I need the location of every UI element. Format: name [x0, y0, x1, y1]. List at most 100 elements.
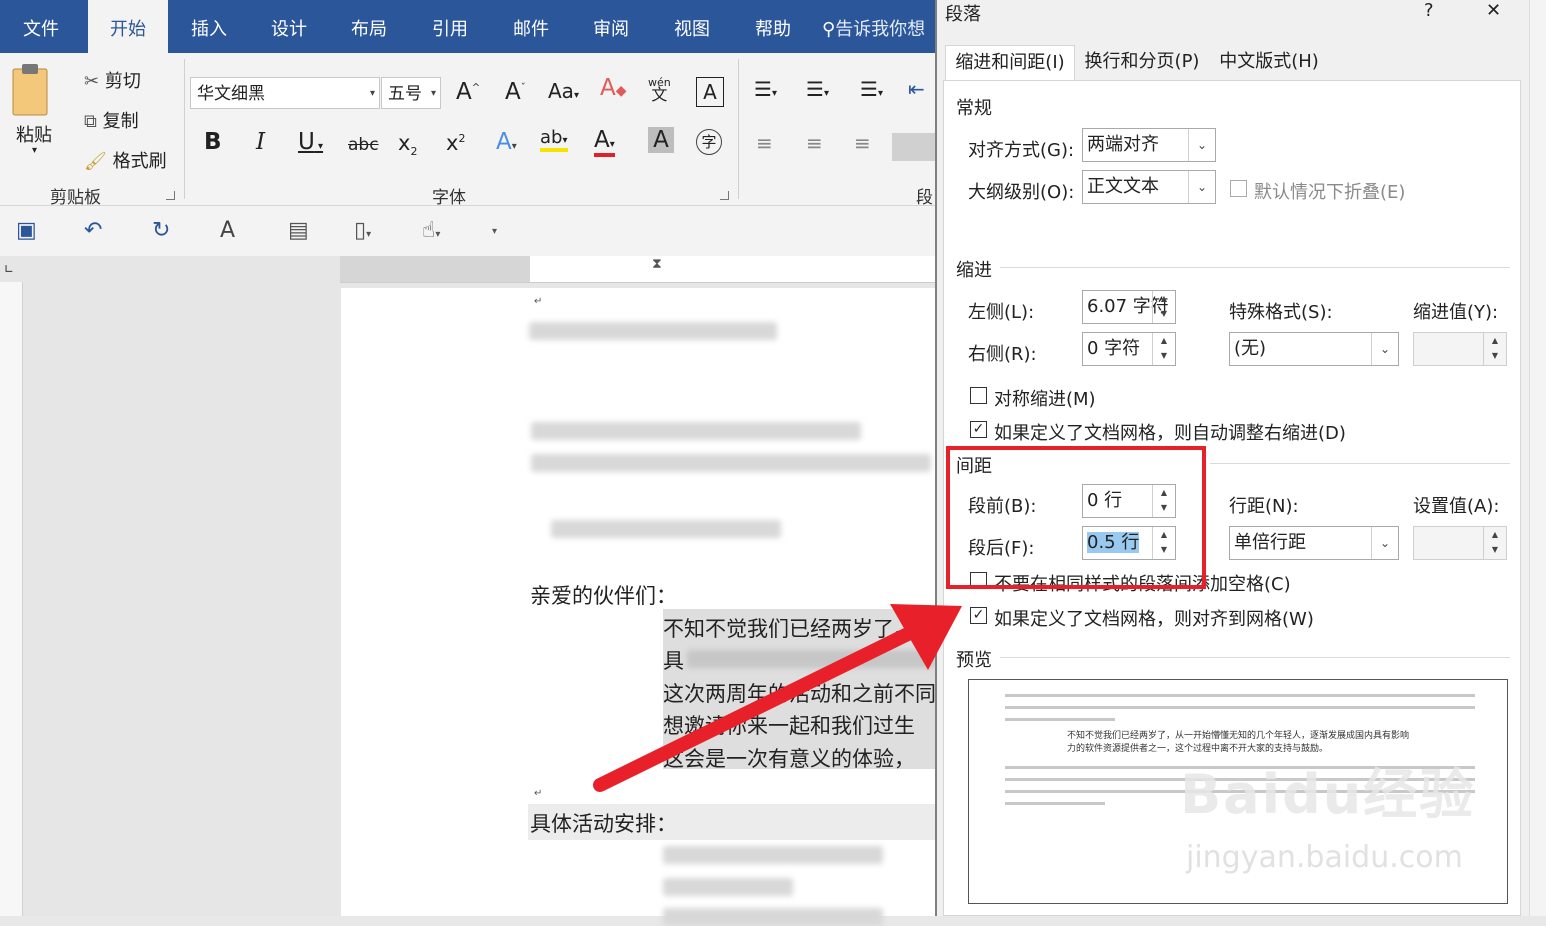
- bullets-icon[interactable]: ☰▾: [754, 77, 777, 101]
- tab-mailings[interactable]: 邮件: [508, 0, 554, 53]
- tab-insert[interactable]: 插入: [186, 0, 232, 53]
- outline-level-label: 大纲级别(O):: [968, 182, 1075, 203]
- paste-dropdown-icon[interactable]: ▾: [32, 145, 37, 156]
- subscript-icon[interactable]: x2: [398, 131, 417, 158]
- copy-icon: ⧉: [84, 111, 97, 132]
- superscript-icon[interactable]: x2: [446, 131, 465, 155]
- clipboard-launcher-icon[interactable]: [166, 191, 175, 200]
- clipboard-paste-icon: [12, 64, 48, 116]
- left-indent-spinner[interactable]: 6.07 字符 ▲ ▼: [1082, 290, 1176, 324]
- change-case-button[interactable]: Aa▾: [548, 79, 579, 103]
- tab-design[interactable]: 设计: [266, 0, 312, 53]
- section-divider: [1210, 463, 1510, 464]
- tab-file[interactable]: 文件: [18, 0, 64, 53]
- chevron-down-icon[interactable]: ⌄: [1188, 129, 1215, 161]
- tab-asian-typography[interactable]: 中文版式(H): [1212, 45, 1326, 80]
- clear-format-icon[interactable]: A◆: [600, 75, 627, 101]
- tab-references[interactable]: 引用: [427, 0, 473, 53]
- customize-qat-icon[interactable]: ▾: [492, 226, 497, 237]
- tab-line-page-breaks[interactable]: 换行和分页(P): [1078, 45, 1206, 80]
- pinyin-char: 文: [651, 85, 668, 104]
- outline-level-select[interactable]: 正文文本 ⌄: [1082, 170, 1216, 204]
- chevron-down-icon[interactable]: ⌄: [1371, 527, 1398, 559]
- preview-sample-text: 不知不觉我们已经两岁了，从一开始懵懂无知的几个年轻人，逐渐发展成国内具有影响: [1067, 731, 1410, 741]
- paste-button[interactable]: [10, 61, 52, 124]
- font-color-icon[interactable]: A▾: [594, 127, 615, 157]
- indent-by-spinner[interactable]: ▲ ▼: [1413, 332, 1507, 366]
- close-icon[interactable]: ✕: [1486, 0, 1501, 21]
- layout-icon[interactable]: ▯▾: [354, 218, 371, 243]
- decrease-indent-icon[interactable]: ⇤: [908, 77, 925, 101]
- justify-button[interactable]: [892, 133, 935, 161]
- alignment-select[interactable]: 两端对齐 ⌄: [1082, 128, 1216, 162]
- document-icon[interactable]: ▤: [288, 218, 309, 243]
- line-spacing-at-spinner[interactable]: ▲ ▼: [1413, 526, 1507, 560]
- align-left-icon[interactable]: ≡: [756, 131, 773, 155]
- highlight-color-icon[interactable]: ab▾: [540, 127, 568, 152]
- grow-font-icon[interactable]: A^: [456, 79, 480, 105]
- chevron-down-icon[interactable]: ⌄: [1188, 171, 1215, 203]
- tab-layout[interactable]: 布局: [346, 0, 392, 53]
- tell-me-box[interactable]: ⚲告诉我你想: [822, 0, 934, 53]
- snap-to-grid-checkbox[interactable]: ✓: [970, 607, 987, 624]
- tab-indents-spacing[interactable]: 缩进和间距(I): [945, 45, 1075, 81]
- character-shading-icon[interactable]: A: [648, 127, 674, 153]
- scissors-icon: ✂: [84, 71, 100, 92]
- italic-button[interactable]: I: [256, 129, 265, 155]
- tab-stop-selector-icon[interactable]: ∟: [4, 262, 14, 276]
- undo-icon[interactable]: ↶: [84, 218, 102, 243]
- strikethrough-button[interactable]: abc: [348, 135, 379, 155]
- special-indent-label: 特殊格式(S):: [1229, 302, 1333, 323]
- phonetic-guide-button[interactable]: wén 文: [648, 77, 671, 104]
- redo-icon[interactable]: ↻: [152, 218, 170, 243]
- blurred-text: [529, 322, 777, 340]
- tab-home[interactable]: 开始: [88, 0, 168, 53]
- line-spacing-value: 单倍行距: [1234, 532, 1306, 553]
- special-indent-value: (无): [1234, 338, 1267, 359]
- line-spacing-select[interactable]: 单倍行距 ⌄: [1229, 526, 1399, 560]
- chevron-down-icon[interactable]: ▾: [431, 78, 436, 110]
- align-center-icon[interactable]: ≡: [806, 131, 823, 155]
- numbering-icon[interactable]: ☰▾: [806, 77, 829, 101]
- spinner-arrows-icon[interactable]: ▲ ▼: [1152, 291, 1175, 323]
- auto-adjust-checkbox[interactable]: ✓: [970, 421, 987, 438]
- font-name-combo[interactable]: 华文细黑 ▾: [190, 77, 380, 109]
- tab-review[interactable]: 审阅: [588, 0, 634, 53]
- spinner-arrows-icon[interactable]: ▲ ▼: [1152, 333, 1175, 365]
- cut-button[interactable]: ✂ 剪切: [84, 67, 141, 93]
- chevron-down-icon[interactable]: ▾: [370, 78, 375, 110]
- font-launcher-icon[interactable]: [720, 191, 729, 200]
- chevron-down-icon[interactable]: ⌄: [1371, 333, 1398, 365]
- character-border-button[interactable]: A: [696, 77, 724, 107]
- align-right-icon[interactable]: ≡: [854, 131, 871, 155]
- bold-button[interactable]: B: [204, 129, 222, 155]
- group-divider: [184, 59, 185, 199]
- paste-label: 粘贴: [16, 125, 52, 146]
- touch-mode-icon[interactable]: ☝▾: [422, 218, 440, 243]
- brush-icon: 🖌: [84, 151, 107, 172]
- mirror-indents-checkbox[interactable]: [970, 387, 987, 404]
- enclose-characters-button[interactable]: 字: [696, 129, 722, 155]
- vertical-ruler[interactable]: [0, 282, 23, 916]
- text-effects-icon[interactable]: A▾: [496, 129, 517, 155]
- spinner-arrows-icon[interactable]: ▲ ▼: [1483, 333, 1506, 365]
- font-size-combo[interactable]: 五号 ▾: [381, 77, 441, 109]
- save-icon[interactable]: ▣: [16, 218, 37, 243]
- collapse-checkbox[interactable]: [1230, 180, 1247, 197]
- auto-adjust-label: 如果定义了文档网格，则自动调整右缩进(D): [994, 423, 1346, 444]
- tab-help[interactable]: 帮助: [750, 0, 796, 53]
- underline-button[interactable]: U ▾: [298, 129, 323, 155]
- copy-button[interactable]: ⧉ 复制: [84, 107, 139, 133]
- tell-me-text: 告诉我你想: [835, 19, 926, 40]
- tab-view[interactable]: 视图: [669, 0, 715, 53]
- multilevel-list-icon[interactable]: ☰▾: [860, 77, 883, 101]
- special-indent-select[interactable]: (无) ⌄: [1229, 332, 1399, 366]
- right-indent-spinner[interactable]: 0 字符 ▲ ▼: [1082, 332, 1176, 366]
- indent-marker-icon[interactable]: ⧗: [652, 256, 662, 272]
- spinner-arrows-icon[interactable]: ▲ ▼: [1483, 527, 1506, 559]
- font-size-value: 五号: [388, 84, 422, 104]
- shrink-font-icon[interactable]: Aˇ: [505, 79, 526, 105]
- clear-formatting-icon[interactable]: A: [220, 218, 235, 243]
- help-button[interactable]: ?: [1424, 0, 1434, 21]
- format-painter-button[interactable]: 🖌 格式刷: [84, 147, 167, 173]
